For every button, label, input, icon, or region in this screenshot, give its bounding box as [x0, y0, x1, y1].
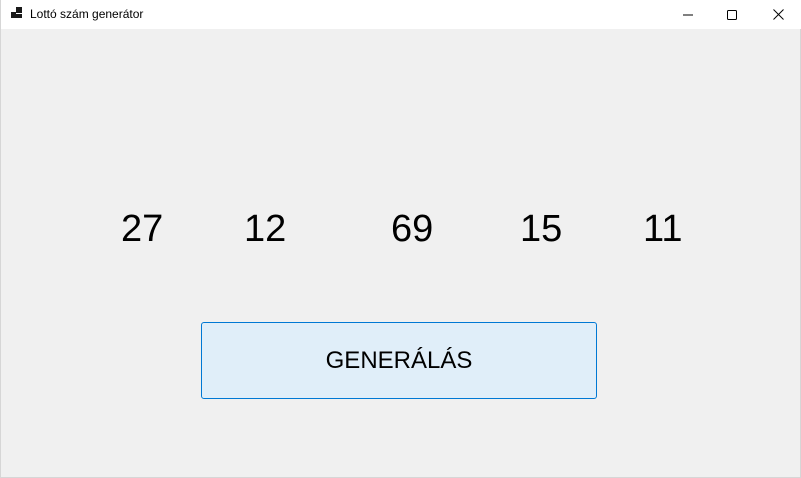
lotto-number-5: 11	[643, 208, 683, 250]
lotto-numbers: 27 12 69 15 11	[1, 0, 801, 478]
generate-button[interactable]: GENERÁLÁS	[201, 322, 597, 399]
lotto-number-4: 15	[520, 208, 563, 250]
app-window: Lottó szám generátor 27 12 69 15 11 GENE…	[0, 0, 801, 478]
lotto-number-1: 27	[121, 208, 164, 250]
lotto-number-3: 69	[391, 208, 434, 250]
lotto-number-2: 12	[244, 208, 287, 250]
